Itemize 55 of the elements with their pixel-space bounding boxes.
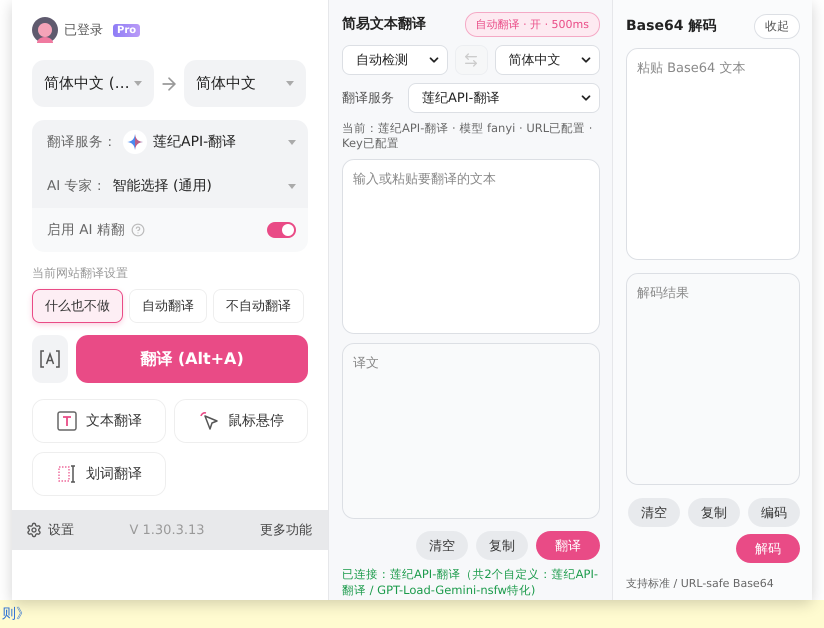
gear-icon bbox=[26, 522, 42, 538]
output-field[interactable]: 译文 bbox=[342, 343, 600, 519]
login-status: 已登录 bbox=[64, 22, 103, 39]
page-translate-button[interactable] bbox=[32, 335, 68, 383]
input-field[interactable]: 粘贴 Base64 文本 bbox=[626, 48, 800, 260]
action-button[interactable]: 清空 bbox=[416, 531, 468, 560]
tool-button[interactable]: 鼠标悬停 bbox=[174, 399, 308, 443]
expert-select[interactable]: AI 专家： 智能选择 (通用) bbox=[32, 164, 308, 208]
source-language-select[interactable]: 简体中文 (… bbox=[32, 60, 154, 107]
pro-badge: Pro bbox=[113, 24, 140, 36]
collapse-button[interactable]: 收起 bbox=[754, 14, 800, 38]
refine-toggle[interactable] bbox=[267, 222, 296, 238]
action-button[interactable]: 翻译 bbox=[536, 531, 600, 560]
site-option[interactable]: 不自动翻译 bbox=[213, 289, 304, 323]
connection-status: 已连接：莲纪API-翻译（共2个自定义：莲纪API-翻译 / GPT-Load-Gemini-nsfw特化) bbox=[342, 566, 600, 598]
config-info: 当前：莲纪API-翻译 · 模型 fanyi · URL已配置 · Key已配置 bbox=[342, 121, 594, 151]
more-features-button[interactable]: 更多功能 bbox=[260, 521, 312, 539]
action-button[interactable]: 复制 bbox=[476, 531, 528, 560]
caret-icon bbox=[286, 81, 294, 86]
tool-button[interactable]: 划词翻译 bbox=[32, 452, 166, 496]
auto-translate-badge: 自动翻译 · 开 · 500ms bbox=[464, 12, 600, 36]
translate-button[interactable]: 翻译 (Alt+A) bbox=[76, 335, 308, 383]
support-note: 支持标准 / URL-safe Base64 bbox=[626, 576, 775, 591]
bracketed-letter-icon bbox=[40, 350, 60, 368]
site-option[interactable]: 什么也不做 bbox=[32, 289, 123, 323]
panel-title: Base64 解码 bbox=[626, 17, 716, 35]
refine-label: 启用 AI 精翻 bbox=[47, 221, 125, 239]
site-option[interactable]: 自动翻译 bbox=[129, 289, 207, 323]
service-label: 翻译服务 bbox=[342, 90, 394, 107]
sparkle-icon bbox=[123, 130, 147, 154]
service-select[interactable]: 莲纪API-翻译 bbox=[408, 83, 600, 113]
avatar bbox=[32, 17, 58, 43]
output-field[interactable]: 解码结果 bbox=[626, 273, 800, 485]
caret-icon bbox=[288, 140, 296, 144]
text-box-icon bbox=[56, 410, 78, 432]
action-button[interactable]: 编码 bbox=[748, 498, 800, 527]
cursor-icon bbox=[198, 410, 220, 432]
caret-icon bbox=[288, 184, 296, 188]
text-select-icon bbox=[56, 463, 78, 485]
action-button[interactable]: 解码 bbox=[736, 534, 800, 563]
panel-title: 简易文本翻译 bbox=[342, 15, 426, 33]
version-text: V 1.30.3.13 bbox=[129, 522, 205, 538]
target-language-select[interactable]: 简体中文 bbox=[494, 45, 600, 75]
caret-icon bbox=[134, 81, 142, 86]
action-button[interactable]: 复制 bbox=[688, 498, 740, 527]
target-language-select[interactable]: 简体中文 bbox=[184, 60, 306, 107]
input-field[interactable]: 输入或粘贴要翻译的文本 bbox=[342, 159, 600, 334]
action-button[interactable]: 清空 bbox=[628, 498, 680, 527]
page-link-text[interactable]: 则》 bbox=[2, 605, 30, 623]
settings-button[interactable]: 设置 bbox=[26, 521, 74, 539]
swap-arrows-icon bbox=[463, 52, 479, 68]
service-select[interactable]: 翻译服务： 莲纪API-翻译 bbox=[32, 120, 308, 164]
section-title: 当前网站翻译设置 bbox=[32, 265, 129, 282]
tool-button[interactable]: 文本翻译 bbox=[32, 399, 166, 443]
source-language-select[interactable]: 自动检测 bbox=[342, 45, 448, 75]
